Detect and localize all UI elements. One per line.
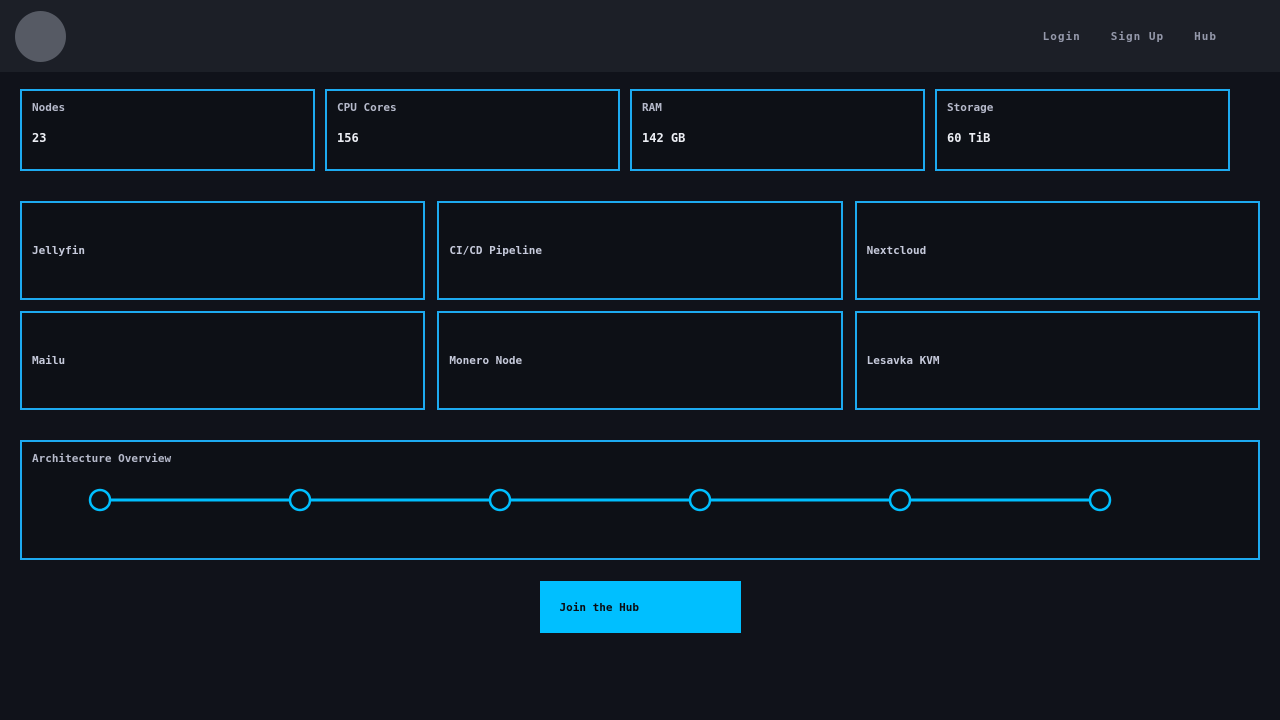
service-card-jellyfin[interactable]: Jellyfin	[20, 201, 425, 300]
service-title: Jellyfin	[32, 244, 85, 257]
stat-card-cpu-cores: CPU Cores 156	[325, 89, 620, 171]
stat-value: 142 GB	[642, 131, 913, 145]
stat-label: Storage	[947, 101, 1218, 114]
service-card-monero-node[interactable]: Monero Node	[437, 311, 842, 410]
architecture-node-5	[890, 490, 910, 510]
stat-label: RAM	[642, 101, 913, 114]
service-card-lesavka-kvm[interactable]: Lesavka KVM	[855, 311, 1260, 410]
service-title: CI/CD Pipeline	[449, 244, 542, 257]
stat-card-ram: RAM 142 GB	[630, 89, 925, 171]
architecture-node-3	[490, 490, 510, 510]
architecture-node-4	[690, 490, 710, 510]
stat-value: 23	[32, 131, 303, 145]
architecture-node-2	[290, 490, 310, 510]
service-title: Lesavka KVM	[867, 354, 940, 367]
stat-label: CPU Cores	[337, 101, 608, 114]
nav-links: Login Sign Up Hub	[1013, 30, 1217, 43]
nav-link-sign-up[interactable]: Sign Up	[1111, 30, 1164, 43]
service-title: Nextcloud	[867, 244, 927, 257]
nav-link-login[interactable]: Login	[1043, 30, 1081, 43]
navbar: Login Sign Up Hub	[0, 0, 1280, 72]
cta-wrap: Join the Hub	[0, 581, 1280, 633]
service-card-cicd-pipeline[interactable]: CI/CD Pipeline	[437, 201, 842, 300]
service-card-nextcloud[interactable]: Nextcloud	[855, 201, 1260, 300]
architecture-node-6	[1090, 490, 1110, 510]
services-grid: Jellyfin CI/CD Pipeline Nextcloud Mailu …	[20, 201, 1260, 410]
stats-row: Nodes 23 CPU Cores 156 RAM 142 GB Storag…	[20, 89, 1230, 171]
nav-link-hub[interactable]: Hub	[1194, 30, 1217, 43]
architecture-diagram	[22, 442, 1258, 558]
stat-label: Nodes	[32, 101, 303, 114]
stat-value: 60 TiB	[947, 131, 1218, 145]
join-hub-button[interactable]: Join the Hub	[540, 581, 741, 633]
stat-card-storage: Storage 60 TiB	[935, 89, 1230, 171]
avatar[interactable]	[15, 11, 66, 62]
service-title: Monero Node	[449, 354, 522, 367]
stat-value: 156	[337, 131, 608, 145]
architecture-panel: Architecture Overview	[20, 440, 1260, 560]
service-title: Mailu	[32, 354, 65, 367]
architecture-node-1	[90, 490, 110, 510]
service-card-mailu[interactable]: Mailu	[20, 311, 425, 410]
stat-card-nodes: Nodes 23	[20, 89, 315, 171]
